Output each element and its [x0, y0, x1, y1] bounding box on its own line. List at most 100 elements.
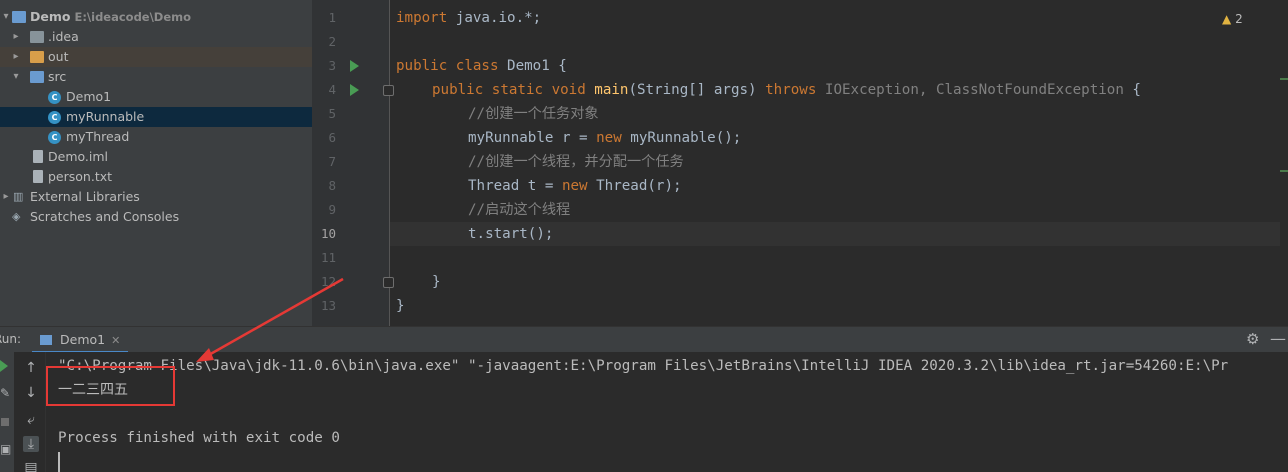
- tree-item-label: myThread: [66, 129, 130, 144]
- line-number: 4: [328, 82, 336, 97]
- tree-item-src[interactable]: ▾ src: [0, 67, 312, 87]
- text-file-icon: [33, 170, 43, 183]
- line-number: 11: [320, 250, 336, 265]
- chevron-right-icon[interactable]: ▸: [10, 47, 22, 67]
- code-line: public class Demo1 {: [396, 58, 567, 74]
- tree-item-label: myRunnable: [66, 109, 145, 124]
- warning-icon: ▲: [1222, 12, 1232, 26]
- line-number: 13: [320, 298, 336, 313]
- code-line: myRunnable r = new myRunnable();: [468, 130, 742, 146]
- error-stripe[interactable]: [1280, 0, 1288, 326]
- code-line: }: [396, 298, 405, 314]
- code-line: import java.io.*;: [396, 10, 542, 26]
- wrench-icon[interactable]: ✎: [0, 386, 10, 400]
- line-number: 5: [328, 106, 336, 121]
- code-line: public static void main(String[] args) t…: [432, 82, 1141, 98]
- code-line: Thread t = new Thread(r);: [468, 178, 682, 194]
- editor-gutter: 1 2 3 4 5 6 7 8 9 10 11 12 13: [312, 0, 390, 326]
- tree-item-label: External Libraries: [30, 189, 140, 204]
- tree-item-myrunnable[interactable]: C myRunnable: [0, 107, 312, 127]
- tree-item-external-libraries[interactable]: ▸ ▥ External Libraries: [0, 187, 312, 207]
- run-tool-window-header: Run: Demo1 ✕ ⚙ —: [0, 326, 1288, 353]
- fold-icon[interactable]: [383, 85, 394, 96]
- tree-item-label: Demo1: [66, 89, 112, 104]
- console-command-line: "C:\Program Files\Java\jdk-11.0.6\bin\ja…: [58, 358, 1229, 374]
- warning-count: 2: [1235, 12, 1243, 26]
- tree-item-scratches[interactable]: ◈ Scratches and Consoles: [0, 207, 312, 227]
- print-icon[interactable]: ▤: [23, 460, 39, 472]
- java-class-icon: C: [48, 131, 61, 144]
- camera-icon[interactable]: ▣: [0, 442, 11, 456]
- run-tab-demo1[interactable]: Demo1 ✕: [32, 327, 129, 353]
- line-number: 2: [328, 34, 336, 49]
- tree-item-person-txt[interactable]: person.txt: [0, 167, 312, 187]
- code-comment: //创建一个线程，并分配一个任务: [468, 154, 684, 170]
- scratches-icon: ◈: [12, 210, 21, 223]
- tree-item-label: Scratches and Consoles: [30, 209, 180, 224]
- tree-item-label: Demo.iml: [48, 149, 109, 164]
- console-output-line: 一二三四五: [58, 382, 128, 398]
- gear-icon[interactable]: ⚙: [1246, 330, 1259, 348]
- tree-item-label: Demo: [30, 9, 71, 24]
- project-tool-window: ▾ Demo E:\ideacode\Demo ▸ .idea ▸ out ▾ s…: [0, 0, 312, 326]
- line-number: 9: [328, 202, 336, 217]
- module-folder-icon: [12, 11, 26, 23]
- line-number: 1: [328, 10, 336, 25]
- folder-icon: [30, 51, 44, 63]
- console-exit-line: Process finished with exit code 0: [58, 430, 340, 446]
- tree-item-out[interactable]: ▸ out: [0, 47, 312, 67]
- iml-file-icon: [33, 150, 43, 163]
- tree-item-demo-iml[interactable]: Demo.iml: [0, 147, 312, 167]
- libraries-icon: ▥: [13, 190, 24, 203]
- code-comment: //启动这个线程: [468, 202, 571, 218]
- code-line: }: [432, 274, 441, 290]
- minimize-icon[interactable]: —: [1270, 329, 1286, 348]
- change-marker[interactable]: [1280, 78, 1288, 80]
- tree-item-label: out: [48, 49, 69, 64]
- tree-item-demo1[interactable]: C Demo1: [0, 87, 312, 107]
- tree-item-label: src: [48, 69, 67, 84]
- fold-icon[interactable]: [383, 277, 394, 288]
- console-icon: [40, 335, 52, 345]
- scroll-to-end-icon[interactable]: ⤓: [23, 436, 39, 452]
- change-marker[interactable]: [1280, 170, 1288, 172]
- chevron-right-icon[interactable]: ▸: [0, 187, 12, 207]
- inspection-widget[interactable]: ▲ 2: [1222, 12, 1243, 26]
- tree-item-idea[interactable]: ▸ .idea: [0, 27, 312, 47]
- console-side-toolbar: ↑ ↓ ⤶ ⤓ ▤: [14, 352, 46, 472]
- run-left-toolbar: ✎ ▣: [0, 352, 14, 472]
- line-number: 7: [328, 154, 336, 169]
- source-folder-icon: [30, 71, 44, 83]
- line-number: 12: [320, 274, 336, 289]
- line-number: 3: [328, 58, 336, 73]
- module-path: E:\ideacode\Demo: [74, 10, 192, 24]
- arrow-up-icon[interactable]: ↑: [23, 360, 39, 376]
- tree-item-label: .idea: [48, 29, 79, 44]
- soft-wrap-icon[interactable]: ⤶: [23, 412, 39, 428]
- rerun-icon[interactable]: [0, 360, 8, 372]
- tree-item-mythread[interactable]: C myThread: [0, 127, 312, 147]
- chevron-down-icon[interactable]: ▾: [10, 67, 22, 87]
- line-number: 8: [328, 178, 336, 193]
- tree-item-demo[interactable]: ▾ Demo E:\ideacode\Demo: [0, 7, 312, 27]
- run-tab-label: Demo1: [60, 332, 106, 347]
- stop-icon[interactable]: [1, 418, 9, 426]
- tree-item-label: person.txt: [48, 169, 113, 184]
- java-class-icon: C: [48, 111, 61, 124]
- run-label: Run:: [0, 332, 22, 346]
- chevron-down-icon[interactable]: ▾: [0, 7, 12, 27]
- java-class-icon: C: [48, 91, 61, 104]
- folder-icon: [30, 31, 44, 43]
- line-number: 6: [328, 130, 336, 145]
- chevron-right-icon[interactable]: ▸: [10, 27, 22, 47]
- code-line-current: t.start();: [468, 226, 554, 242]
- code-comment: //创建一个任务对象: [468, 106, 599, 122]
- text-cursor: [58, 452, 60, 472]
- run-console[interactable]: ✎ ▣ ↑ ↓ ⤶ ⤓ ▤ "C:\Program Files\Java\jdk…: [0, 352, 1288, 472]
- code-editor[interactable]: 1 2 3 4 5 6 7 8 9 10 11 12 13 import jav…: [312, 0, 1288, 326]
- close-icon[interactable]: ✕: [111, 334, 120, 347]
- line-number: 10: [320, 226, 336, 241]
- run-main-icon[interactable]: [350, 84, 359, 96]
- run-class-icon[interactable]: [350, 60, 359, 72]
- arrow-down-icon[interactable]: ↓: [23, 385, 39, 401]
